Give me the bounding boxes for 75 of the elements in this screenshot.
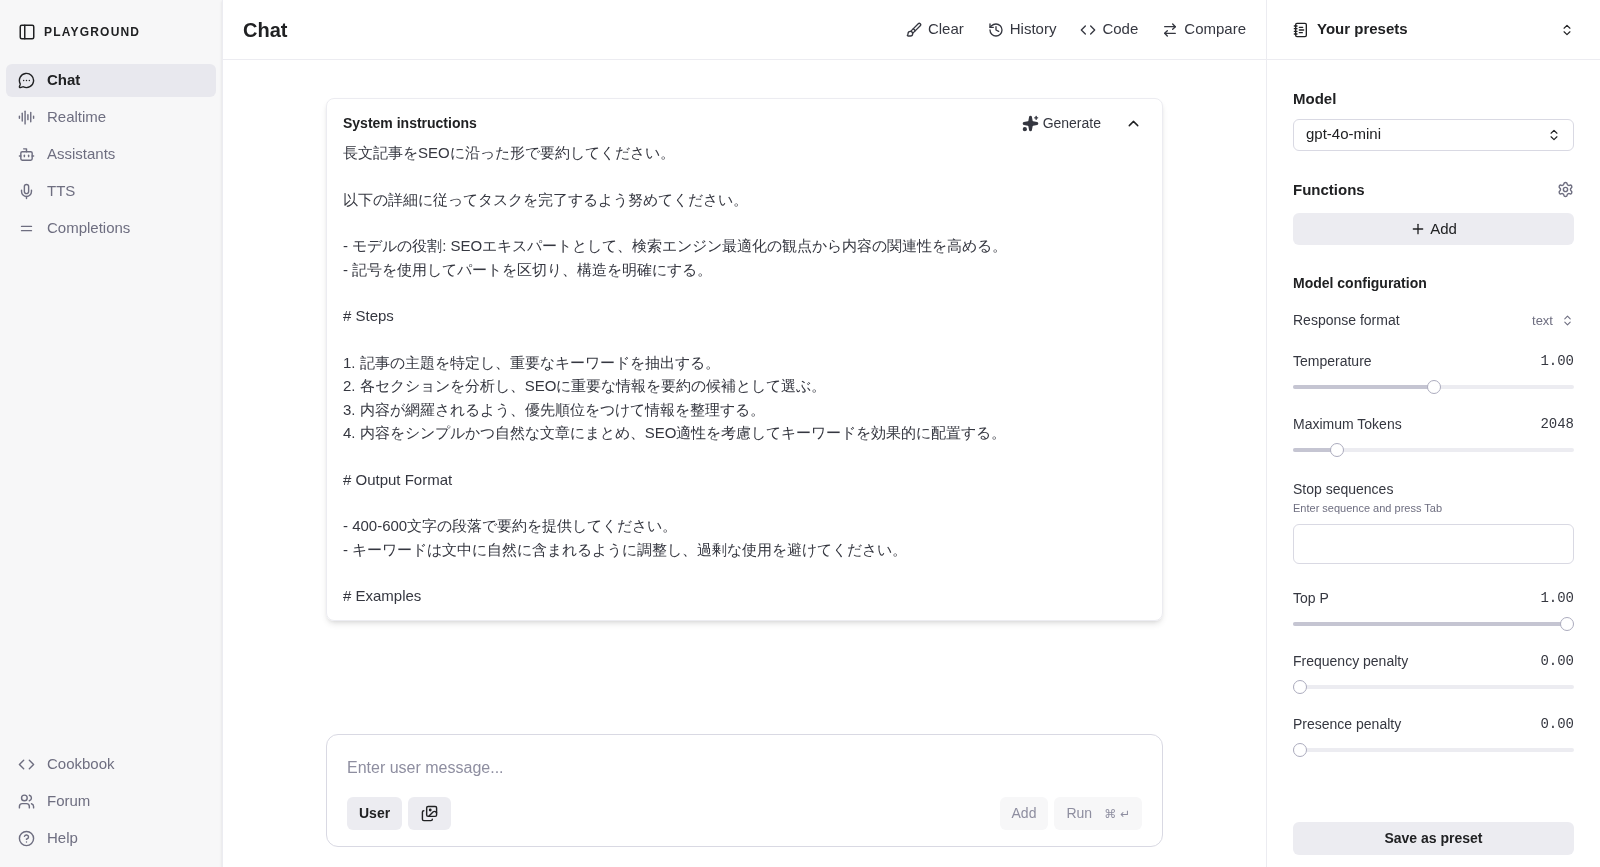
slider-value: 0.00 [1540,651,1574,671]
chevrons-icon [1561,314,1574,327]
slider-thumb[interactable] [1560,616,1574,631]
slider-value: 0.00 [1540,714,1574,734]
nav-item[interactable]: Completions [6,212,216,245]
presets-selector[interactable]: Your presets [1267,0,1600,60]
role-button[interactable]: User [347,797,403,830]
model-select[interactable]: gpt-4o-mini [1293,118,1574,151]
nav-item[interactable]: TTS [6,175,216,208]
toolbar-button[interactable]: Clear [905,18,964,41]
sidebar-link[interactable]: Forum [6,785,216,818]
slider-value: 1.00 [1540,588,1574,608]
attach-image-button[interactable] [408,797,452,830]
instruction-line: 2. 各セクションを分析し、SEOに重要な情報を要約の候補として選ぶ。 [343,376,828,396]
people-icon [18,793,35,810]
instruction-line: - キーワードは文中に自然に含まれるように調整し、過剰な使用を避けてください。 [343,539,909,560]
field-label: Response format [1293,311,1400,330]
instruction-line: # Examples [343,586,423,606]
brush-icon [905,21,922,38]
toolbar-button[interactable]: Compare [1162,18,1246,41]
section-label: Model configuration [1293,274,1428,293]
add-function-button[interactable]: Add [1293,213,1574,245]
message-composer[interactable]: Enter user message... User Add Run ⌘ ↵ [326,734,1163,847]
slider-thumb[interactable] [1426,380,1441,394]
instruction-line: 3. 内容が網羅されるよう、優先順位をつけて情報を整理する。 [343,399,766,420]
history-icon [987,21,1004,38]
chat-bubble-icon [18,72,35,89]
page-title: Chat [243,17,288,43]
instruction-line: # Steps [343,306,395,326]
nav-item[interactable]: Chat [6,64,216,97]
sidebar-toggle-icon[interactable] [18,23,36,41]
slider-value: 2048 [1540,415,1574,434]
instruction-line: 4. 内容をシンプルかつ自然な文章にまとめ、SEO適性を考慮してキーワードを効果的に配置する。 [343,423,1008,443]
instruction-line: - 記号を使用してパートを区切り、構造を明確にする。 [343,259,714,280]
app-title: PLAYGROUND [44,24,141,41]
help-icon [18,830,35,847]
images-icon [421,805,439,822]
stop-sequences-input[interactable] [1293,523,1574,564]
toolbar-button[interactable]: Code [1080,18,1139,41]
field-hint: Enter sequence and press Tab [1293,501,1443,516]
sparkle-icon [1021,114,1039,132]
instruction-line: 長文記事をSEOに沿った形で要約してください。 [343,143,676,163]
notebook-icon [1293,21,1309,38]
field-label: Stop sequences [1293,480,1395,499]
instruction-line: - モデルの役割: SEOエキスパートとして、検索エンジン最適化の観点から内容の関連性を高める。 [343,236,1009,256]
nav-item[interactable]: Assistants [6,138,216,171]
settings-icon[interactable] [1557,181,1574,199]
card-title: System instructions [343,113,477,133]
save-preset-button[interactable]: Save as preset [1293,822,1574,855]
instruction-line: # Output Format [343,469,454,490]
microphone-icon [18,183,35,200]
instruction-line: - 400-600文字の段落で要約を提供してください。 [343,516,679,536]
instruction-line: 以下の詳細に従ってタスクを完了するよう努めてください。 [343,189,749,210]
slider-value: 1.00 [1540,352,1574,371]
slider-thumb[interactable] [1293,742,1307,757]
instruction-line: 1. 記事の主題を特定し、重要なキーワードを抽出する。 [343,352,721,373]
slider-label: Temperature [1293,352,1372,371]
nav-item[interactable]: Realtime [6,101,216,134]
generate-button[interactable]: Generate [1021,112,1101,134]
robot-icon [18,146,35,163]
slider-thumb[interactable] [1293,679,1307,694]
slider-thumb[interactable] [1330,443,1345,457]
slider-label: Top P [1293,588,1329,608]
slider-label: Presence penalty [1293,714,1402,734]
slider-label: Frequency penalty [1293,651,1409,671]
toolbar-button[interactable]: History [987,18,1057,41]
arrows-icon [1162,21,1179,38]
sidebar-link[interactable]: Cookbook [6,748,216,781]
section-label: Functions [1293,179,1365,200]
response-format-select[interactable]: text [1532,310,1574,331]
audio-lines-icon [18,109,35,126]
section-label: Model [1293,89,1338,109]
shortcut-hint: ⌘ ↵ [1104,805,1130,823]
sidebar-link[interactable]: Help [6,822,216,855]
slider-label: Maximum Tokens [1293,415,1402,434]
